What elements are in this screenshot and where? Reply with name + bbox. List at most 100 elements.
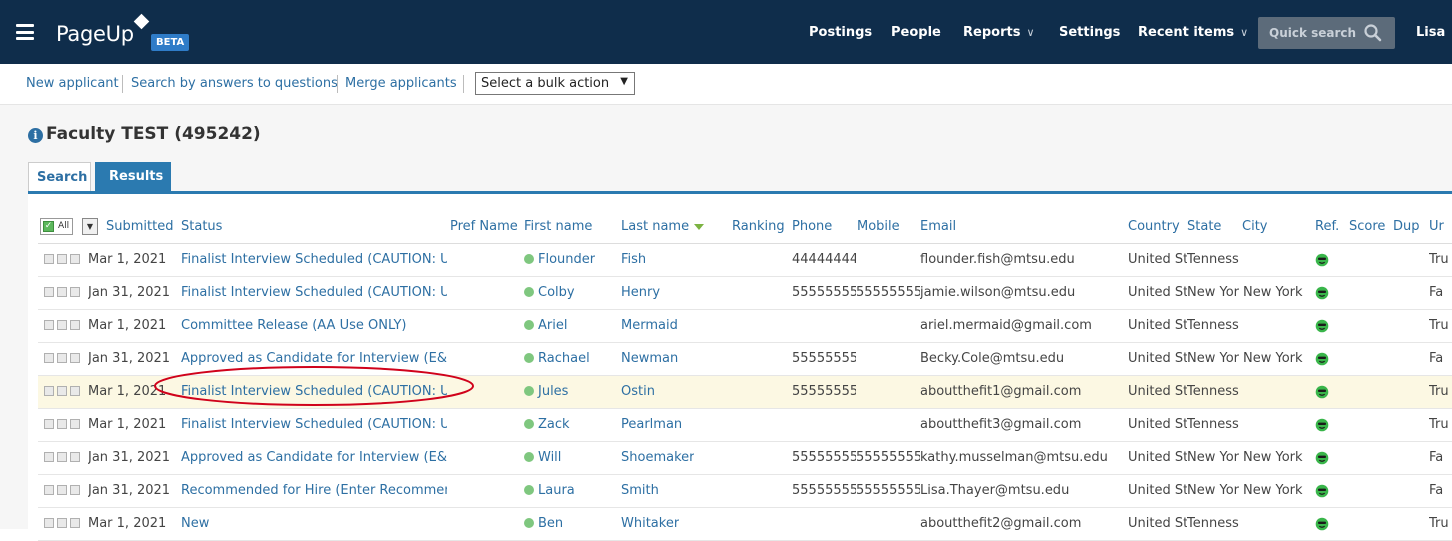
menu-icon[interactable] <box>16 24 34 40</box>
col-ref[interactable]: Ref. <box>1315 219 1339 234</box>
nav-reports[interactable]: Reports ∨ <box>963 25 1035 40</box>
cell-last-name-link[interactable]: Pearlman <box>621 417 682 432</box>
cell-last-name-link[interactable]: Fish <box>621 252 646 267</box>
nav-people[interactable]: People <box>891 25 941 40</box>
info-icon[interactable]: i <box>28 128 43 143</box>
cell-first-name[interactable]: Laura <box>524 483 575 498</box>
row-select-checkbox[interactable] <box>44 485 54 495</box>
row-flag-checkbox[interactable] <box>57 386 67 396</box>
cell-first-name[interactable]: Colby <box>524 285 575 300</box>
table-row[interactable]: Mar 1, 2021 Committee Release (AA Use ON… <box>38 310 1452 343</box>
col-status[interactable]: Status <box>181 219 222 234</box>
reference-check-icon[interactable] <box>1315 451 1329 465</box>
row-mark-checkbox[interactable] <box>70 518 80 528</box>
nav-recent-items[interactable]: Recent items ∨ <box>1138 25 1248 40</box>
row-flag-checkbox[interactable] <box>57 518 67 528</box>
cell-status-link[interactable]: Finalist Interview Scheduled (CAUTION: U… <box>181 252 447 267</box>
col-email[interactable]: Email <box>920 219 956 234</box>
new-applicant-link[interactable]: New applicant <box>26 76 119 91</box>
reference-check-icon[interactable] <box>1315 418 1329 432</box>
table-row[interactable]: Jan 31, 2021 Recommended for Hire (Enter… <box>38 475 1452 508</box>
col-mobile[interactable]: Mobile <box>857 219 900 234</box>
col-last-name[interactable]: Last name <box>621 219 705 234</box>
table-row[interactable]: Mar 1, 2021 Finalist Interview Scheduled… <box>38 409 1452 442</box>
cell-last-name-link[interactable]: Ostin <box>621 384 655 399</box>
row-flag-checkbox[interactable] <box>57 353 67 363</box>
col-state[interactable]: State <box>1187 219 1221 234</box>
cell-last-name-link[interactable]: Henry <box>621 285 660 300</box>
pageup-logo[interactable]: PageUp <box>56 22 134 46</box>
col-unsubscribed[interactable]: Ur <box>1429 219 1444 234</box>
nav-postings[interactable]: Postings <box>809 25 872 40</box>
cell-last-name-link[interactable]: Newman <box>621 351 678 366</box>
table-row[interactable]: Jan 31, 2021 Approved as Candidate for I… <box>38 343 1452 376</box>
row-flag-checkbox[interactable] <box>57 419 67 429</box>
row-mark-checkbox[interactable] <box>70 287 80 297</box>
row-select-checkbox[interactable] <box>44 419 54 429</box>
cell-first-name[interactable]: Ariel <box>524 318 567 333</box>
cell-first-name[interactable]: Jules <box>524 384 568 399</box>
cell-status-link[interactable]: Approved as Candidate for Interview (E&C… <box>181 351 447 366</box>
cell-first-name[interactable]: Flounder <box>524 252 595 267</box>
select-all-checkbox[interactable]: ✓ All <box>40 218 73 235</box>
merge-applicants-link[interactable]: Merge applicants <box>345 76 457 91</box>
nav-settings[interactable]: Settings <box>1059 25 1120 40</box>
table-row[interactable]: Jan 31, 2021 Finalist Interview Schedule… <box>38 277 1452 310</box>
table-row[interactable]: Mar 1, 2021 Finalist Interview Scheduled… <box>38 376 1452 409</box>
table-row[interactable]: Jan 31, 2021 Approved as Candidate for I… <box>38 442 1452 475</box>
cell-first-name[interactable]: Zack <box>524 417 570 432</box>
tab-results[interactable]: Results <box>95 162 171 192</box>
row-select-checkbox[interactable] <box>44 254 54 264</box>
reference-check-icon[interactable] <box>1315 319 1329 333</box>
row-select-checkbox[interactable] <box>44 353 54 363</box>
table-row[interactable]: Mar 1, 2021 New Ben Whitaker aboutthefit… <box>38 508 1452 541</box>
row-mark-checkbox[interactable] <box>70 353 80 363</box>
row-mark-checkbox[interactable] <box>70 419 80 429</box>
cell-status-link[interactable]: Approved as Candidate for Interview (E&C… <box>181 450 447 465</box>
cell-status-link[interactable]: Recommended for Hire (Enter Recommenda <box>181 483 447 498</box>
cell-first-name[interactable]: Will <box>524 450 561 465</box>
cell-last-name-link[interactable]: Smith <box>621 483 659 498</box>
col-ranking[interactable]: Ranking <box>732 219 785 234</box>
col-phone[interactable]: Phone <box>792 219 832 234</box>
quick-search-input[interactable]: Quick search <box>1258 17 1395 49</box>
reference-check-icon[interactable] <box>1315 385 1329 399</box>
row-flag-checkbox[interactable] <box>57 320 67 330</box>
cell-first-name[interactable]: Rachael <box>524 351 590 366</box>
col-score[interactable]: Score <box>1349 219 1385 234</box>
row-mark-checkbox[interactable] <box>70 254 80 264</box>
col-city[interactable]: City <box>1242 219 1267 234</box>
row-select-checkbox[interactable] <box>44 320 54 330</box>
row-flag-checkbox[interactable] <box>57 485 67 495</box>
col-submitted[interactable]: Submitted <box>106 219 173 234</box>
reference-check-icon[interactable] <box>1315 253 1329 267</box>
cell-last-name-link[interactable]: Mermaid <box>621 318 678 333</box>
row-mark-checkbox[interactable] <box>70 386 80 396</box>
select-all-dropdown[interactable]: ▼ <box>82 218 98 235</box>
row-flag-checkbox[interactable] <box>57 287 67 297</box>
search-by-answers-link[interactable]: Search by answers to questions <box>131 76 338 91</box>
cell-status-link[interactable]: Finalist Interview Scheduled (CAUTION: U… <box>181 285 447 300</box>
row-select-checkbox[interactable] <box>44 386 54 396</box>
row-select-checkbox[interactable] <box>44 452 54 462</box>
row-flag-checkbox[interactable] <box>57 452 67 462</box>
cell-status-link[interactable]: Finalist Interview Scheduled (CAUTION: U… <box>181 417 447 432</box>
col-first-name[interactable]: First name <box>524 219 592 234</box>
cell-status-link[interactable]: Finalist Interview Scheduled (CAUTION: U… <box>181 384 447 399</box>
table-row[interactable]: Mar 1, 2021 Finalist Interview Scheduled… <box>38 244 1452 277</box>
reference-check-icon[interactable] <box>1315 352 1329 366</box>
user-menu[interactable]: Lisa <box>1416 25 1445 40</box>
row-select-checkbox[interactable] <box>44 287 54 297</box>
reference-check-icon[interactable] <box>1315 484 1329 498</box>
bulk-action-select[interactable]: Select a bulk action ▼ <box>475 72 635 95</box>
reference-check-icon[interactable] <box>1315 286 1329 300</box>
col-dup[interactable]: Dup <box>1393 219 1420 234</box>
row-select-checkbox[interactable] <box>44 518 54 528</box>
col-country[interactable]: Country <box>1128 219 1180 234</box>
row-mark-checkbox[interactable] <box>70 320 80 330</box>
row-mark-checkbox[interactable] <box>70 485 80 495</box>
tab-search[interactable]: Search <box>28 162 91 192</box>
cell-last-name-link[interactable]: Shoemaker <box>621 450 694 465</box>
row-mark-checkbox[interactable] <box>70 452 80 462</box>
row-flag-checkbox[interactable] <box>57 254 67 264</box>
